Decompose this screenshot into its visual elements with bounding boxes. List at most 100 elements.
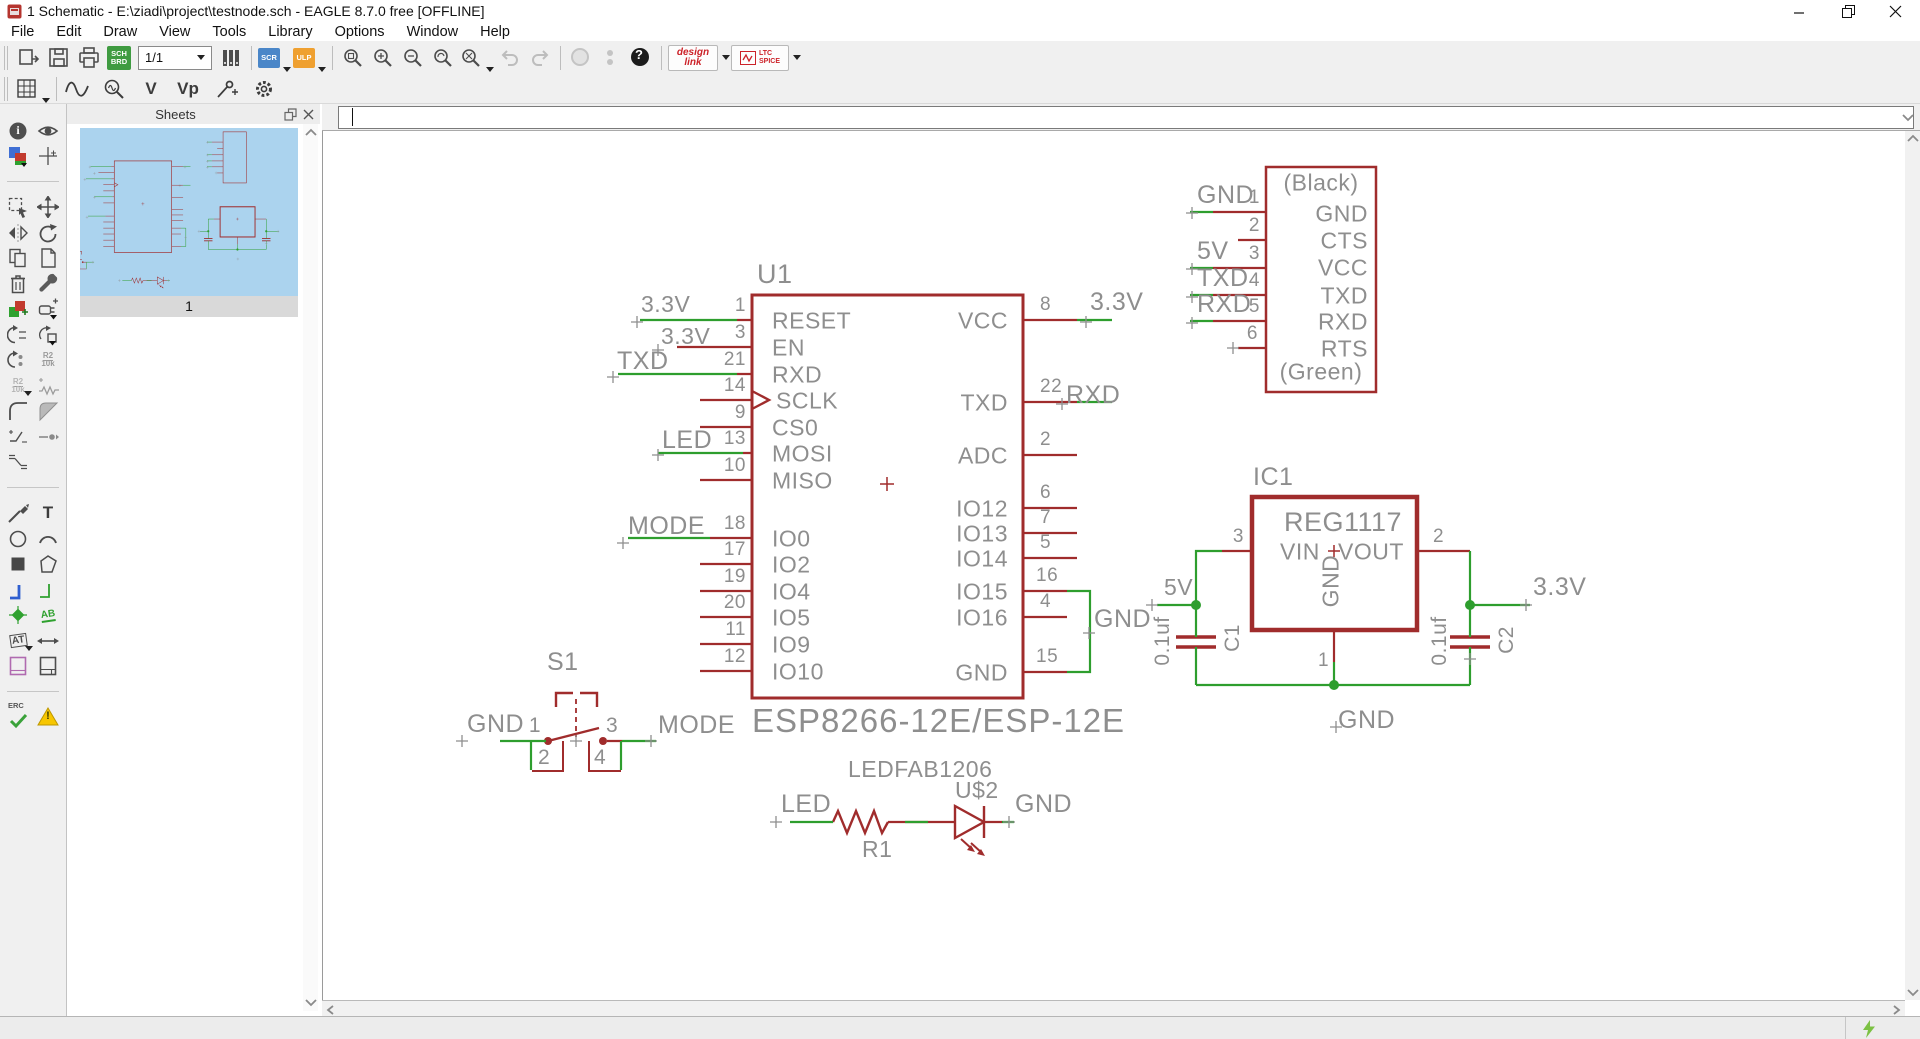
info-button[interactable]: i [6,119,30,143]
menu-tools[interactable]: Tools [201,22,257,41]
scroll-down-icon[interactable] [305,998,317,1007]
scroll-right-icon[interactable] [1892,1005,1901,1015]
wire-button[interactable] [6,501,30,525]
current-probe-button[interactable] [213,75,241,103]
scroll-up-icon[interactable] [1907,134,1919,143]
mark-button[interactable] [36,144,60,168]
menu-file[interactable]: File [0,22,45,41]
delete-button[interactable] [6,272,30,296]
run-ulp-button[interactable]: ULP [293,44,326,72]
zoom-redraw-button[interactable] [429,44,457,72]
redo-button[interactable] [526,44,554,72]
zoom-in-button[interactable] [369,44,397,72]
arc-button[interactable] [36,527,60,551]
sheet-selector[interactable]: 1/1 [138,44,212,72]
ltspice-button[interactable]: LTC SPICE [731,44,789,71]
label-button[interactable]: AB [36,603,60,627]
value-button[interactable]: R2 10k [36,348,60,372]
menu-edit[interactable]: Edit [45,22,92,41]
rotate-button[interactable] [36,221,60,245]
restore-button[interactable] [1825,0,1871,22]
miter-button[interactable] [6,399,30,423]
close-icon[interactable] [303,109,314,120]
frame2-button[interactable] [36,654,60,678]
change-wrench-button[interactable] [36,272,60,296]
sheet-thumbnail[interactable] [51,128,298,296]
sheets-panel-header[interactable]: Sheets [67,104,320,124]
schematic-canvas[interactable] [322,131,1905,1000]
design-link-button[interactable]: design link [668,44,718,71]
command-input[interactable] [338,105,1914,129]
panel-scrollbar[interactable] [303,124,318,1011]
swap-button[interactable] [6,348,30,372]
net-button[interactable] [36,578,60,602]
paste-button[interactable] [36,246,60,270]
mirror-button[interactable] [6,221,30,245]
phase-probe-button[interactable]: Vp [174,75,202,103]
split-button[interactable] [6,425,30,449]
close-button[interactable] [1872,0,1918,22]
group-select-button[interactable] [6,195,30,219]
smash-resistor-button[interactable] [36,374,60,398]
junction-button[interactable] [6,603,30,627]
save-button[interactable] [45,44,73,72]
schematic-board-switch-button[interactable]: SCH BRD [105,44,133,72]
run-script-button[interactable]: SCR [258,44,291,72]
toolbar-grip[interactable] [4,76,8,101]
scroll-left-icon[interactable] [326,1005,335,1015]
vertical-scrollbar[interactable] [1905,131,1920,1000]
dimension-button[interactable] [36,629,60,653]
frame-button[interactable] [6,654,30,678]
scroll-down-icon[interactable] [1907,988,1919,997]
chevron-down-icon[interactable] [1902,113,1914,122]
menu-library[interactable]: Library [257,22,323,41]
menu-help[interactable]: Help [469,22,521,41]
copy-button[interactable] [6,246,30,270]
smash-button[interactable]: R2 10k [6,374,32,398]
zoom-select-button[interactable] [459,44,494,72]
circle-button[interactable] [6,527,30,551]
optimize-button[interactable] [36,425,60,449]
chevron-down-icon[interactable] [42,97,50,103]
sheet-thumbnail-caption[interactable]: 1 [80,296,298,317]
menu-window[interactable]: Window [396,22,470,41]
chevron-down-icon[interactable] [722,55,730,60]
chevron-down-icon[interactable] [793,55,801,60]
library-manager-button[interactable] [217,44,245,72]
gateswap-button[interactable] [36,323,60,347]
pinswap-button[interactable] [6,323,30,347]
simulator-settings-button[interactable] [250,75,278,103]
menu-options[interactable]: Options [324,22,396,41]
simulate-button[interactable] [100,75,128,103]
chevron-down-icon[interactable] [283,66,291,72]
menu-view[interactable]: View [148,22,201,41]
grid-button[interactable] [15,75,50,103]
menu-draw[interactable]: Draw [92,22,148,41]
attribute-button[interactable]: AT [6,629,33,653]
polygon-button[interactable] [36,552,60,576]
zoom-fit-button[interactable] [339,44,367,72]
float-panel-icon[interactable] [284,107,297,121]
miter-fill-button[interactable] [36,399,60,423]
toolbar-grip[interactable] [4,45,8,70]
bus-button[interactable] [6,578,30,602]
voltage-probe-button[interactable]: V [137,75,165,103]
replace-button[interactable] [36,297,60,321]
invoke-button[interactable] [6,450,30,474]
help-button[interactable]: ? [627,44,655,72]
open-button[interactable] [15,44,43,72]
signal-wave-button[interactable] [63,75,91,103]
text-button[interactable]: T [36,501,60,525]
errors-button[interactable]: ! [36,705,60,729]
show-eye-button[interactable] [36,119,60,143]
print-button[interactable] [75,44,103,72]
erc-button[interactable]: ERC [6,701,30,729]
chevron-down-icon[interactable] [318,66,326,72]
move-button[interactable] [36,195,60,219]
add-part-button[interactable] [6,297,30,321]
rect-button[interactable] [6,552,30,576]
chevron-down-icon[interactable] [486,66,494,72]
undo-button[interactable] [496,44,524,72]
display-layers-button[interactable] [6,144,30,168]
scroll-up-icon[interactable] [305,128,317,137]
